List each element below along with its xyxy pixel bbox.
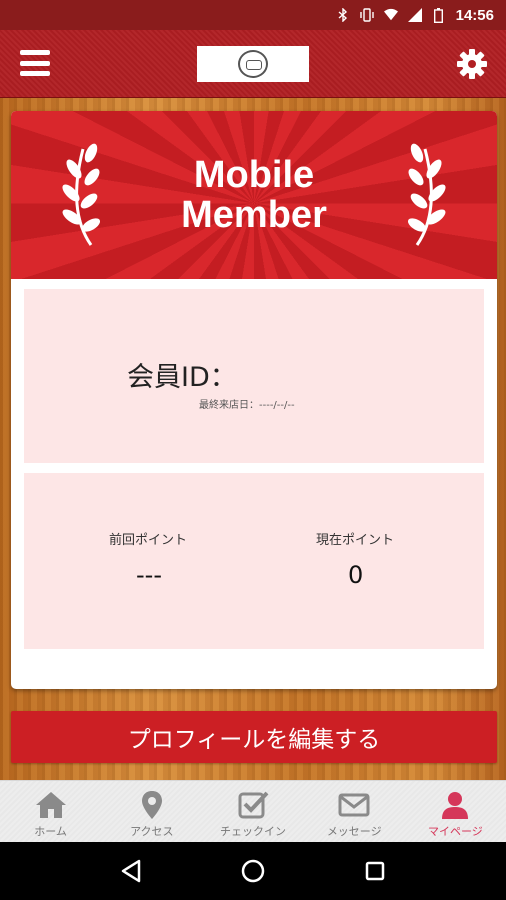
battery-icon — [432, 7, 446, 23]
tab-mypage-label: マイページ — [428, 825, 483, 838]
signal-icon — [407, 8, 422, 22]
tab-checkin[interactable]: チェックイン — [202, 781, 303, 842]
bluetooth-icon — [336, 8, 350, 22]
previous-points-value: --- — [136, 561, 162, 589]
tab-checkin-label: チェックイン — [220, 825, 286, 838]
mail-icon — [338, 793, 370, 817]
content-background: Mobile Member 会員ID： 最終来店日：----/--/-- 前回ポ… — [0, 98, 506, 780]
back-icon[interactable] — [115, 855, 147, 887]
gear-icon[interactable] — [456, 48, 488, 80]
home-circle-icon[interactable] — [237, 855, 269, 887]
vibrate-icon — [359, 8, 374, 22]
status-time: 14:56 — [455, 6, 494, 24]
laurel-right-icon — [407, 143, 446, 246]
current-points-value: 0 — [348, 561, 364, 589]
tab-access-label: アクセス — [130, 825, 174, 838]
previous-points-label: 前回ポイント — [109, 533, 188, 548]
member-id-label: 会員ID： — [127, 362, 237, 393]
recent-apps-icon[interactable] — [359, 855, 391, 887]
points-panel: 前回ポイント --- 現在ポイント 0 — [24, 473, 484, 649]
member-banner: Mobile Member — [11, 111, 497, 279]
last-visit-date: 最終来店日：----/--/-- — [199, 400, 295, 411]
status-bar: 14:56 — [0, 0, 506, 30]
member-info-panel: 会員ID： 最終来店日：----/--/-- — [24, 289, 484, 463]
member-card: Mobile Member 会員ID： 最終来店日：----/--/-- 前回ポ… — [11, 111, 497, 689]
wifi-icon — [383, 8, 398, 22]
home-icon — [35, 792, 66, 818]
map-pin-icon — [141, 791, 162, 819]
tab-mypage[interactable]: マイページ — [405, 781, 506, 842]
app-header — [0, 30, 506, 98]
app-logo — [197, 46, 309, 82]
tab-home-label: ホーム — [34, 825, 67, 838]
menu-icon[interactable] — [20, 50, 50, 76]
system-navigation-bar — [0, 842, 506, 900]
tab-message-label: メッセージ — [326, 825, 382, 838]
checkbox-icon — [238, 791, 269, 819]
current-points-label: 現在ポイント — [316, 533, 395, 548]
bottom-tab-bar: ホーム アクセス チェックイン メッセージ マイページ — [0, 780, 506, 842]
tab-access[interactable]: アクセス — [101, 781, 202, 842]
edit-profile-button[interactable]: プロフィールを編集する — [11, 711, 497, 763]
person-icon — [442, 792, 469, 819]
tab-home[interactable]: ホーム — [0, 781, 101, 842]
tab-message[interactable]: メッセージ — [304, 781, 405, 842]
